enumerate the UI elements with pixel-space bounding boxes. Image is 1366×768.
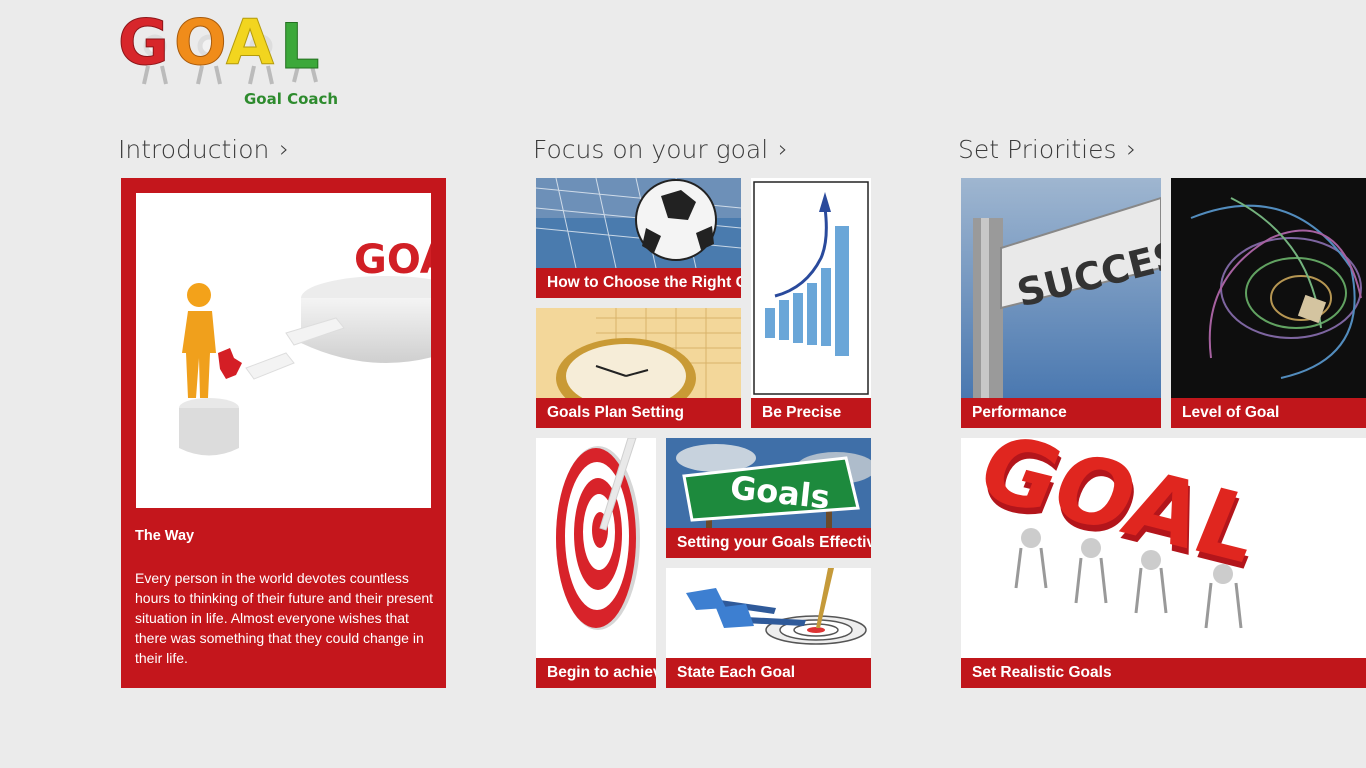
section-title: Introduction xyxy=(118,134,270,164)
intro-tile[interactable]: GOA The Way Every person in the world de… xyxy=(121,178,446,688)
tile-label: How to Choose the Right Goal xyxy=(536,268,741,298)
section-header-priorities[interactable]: Set Priorities › xyxy=(958,132,1136,166)
tile-state-each-goal[interactable]: State Each Goal xyxy=(666,568,871,688)
tile-label: Be Precise xyxy=(751,398,871,428)
logo-letter-o: O xyxy=(174,6,227,79)
intro-body: Every person in the world devotes countl… xyxy=(135,570,434,666)
section-title: Set Priorities xyxy=(958,134,1117,164)
section-title: Focus on your goal xyxy=(533,134,769,164)
tile-label: Begin to achieve xyxy=(536,658,656,688)
tile-performance[interactable]: SUCCESS Performance xyxy=(961,178,1161,428)
section-header-focus[interactable]: Focus on your goal › xyxy=(533,132,788,166)
puzzle-goal-illustration: GOA xyxy=(179,237,431,456)
goal-logo-graphic: G O A L xyxy=(118,6,320,85)
tile-label: Goals Plan Setting xyxy=(536,398,741,428)
target-dart-image xyxy=(536,438,656,658)
tile-be-precise[interactable]: Be Precise xyxy=(751,178,871,428)
intro-title: The Way xyxy=(135,528,195,544)
tile-level-of-goal[interactable]: Level of Goal xyxy=(1171,178,1366,428)
soccer-ball-image xyxy=(536,178,741,268)
goals-sign-image: Goals xyxy=(666,438,871,528)
bar-growth-image xyxy=(751,178,871,398)
chevron-right-icon: › xyxy=(279,135,290,163)
abstract-swirl-image xyxy=(1171,178,1366,398)
goa-text: GOA xyxy=(354,237,431,283)
logo-letter-l: L xyxy=(280,10,320,83)
section-header-introduction[interactable]: Introduction › xyxy=(118,132,289,166)
app-subtitle: Goal Coach xyxy=(244,90,339,108)
stopwatch-image xyxy=(536,308,741,398)
success-sign-image: SUCCESS xyxy=(961,178,1161,398)
tile-label: Setting your Goals Effectively xyxy=(666,528,871,558)
tile-setting-goals-effectively[interactable]: Goals Setting your Goals Effectively xyxy=(666,438,871,558)
tile-goals-plan-setting[interactable]: Goals Plan Setting xyxy=(536,308,741,428)
tile-label: State Each Goal xyxy=(666,658,871,688)
tile-label: Performance xyxy=(961,398,1161,428)
tile-label: Set Realistic Goals xyxy=(961,658,1366,688)
goal-3d-image: GOAL GOAL xyxy=(961,438,1366,658)
app-logo: G O A L Goal Coach xyxy=(118,6,338,112)
tile-choose-right-goal[interactable]: How to Choose the Right Goal xyxy=(536,178,741,298)
tile-set-realistic-goals[interactable]: GOAL GOAL Set Realistic Goals xyxy=(961,438,1366,688)
tile-begin-to-achieve[interactable]: Begin to achieve xyxy=(536,438,656,688)
logo-letter-g: G xyxy=(118,6,169,79)
chevron-right-icon: › xyxy=(1126,135,1137,163)
intro-image: GOA xyxy=(136,193,431,508)
darts-image xyxy=(666,568,871,658)
logo-letter-a: A xyxy=(226,6,274,79)
tile-label: Level of Goal xyxy=(1171,398,1366,428)
chevron-right-icon: › xyxy=(778,135,788,163)
